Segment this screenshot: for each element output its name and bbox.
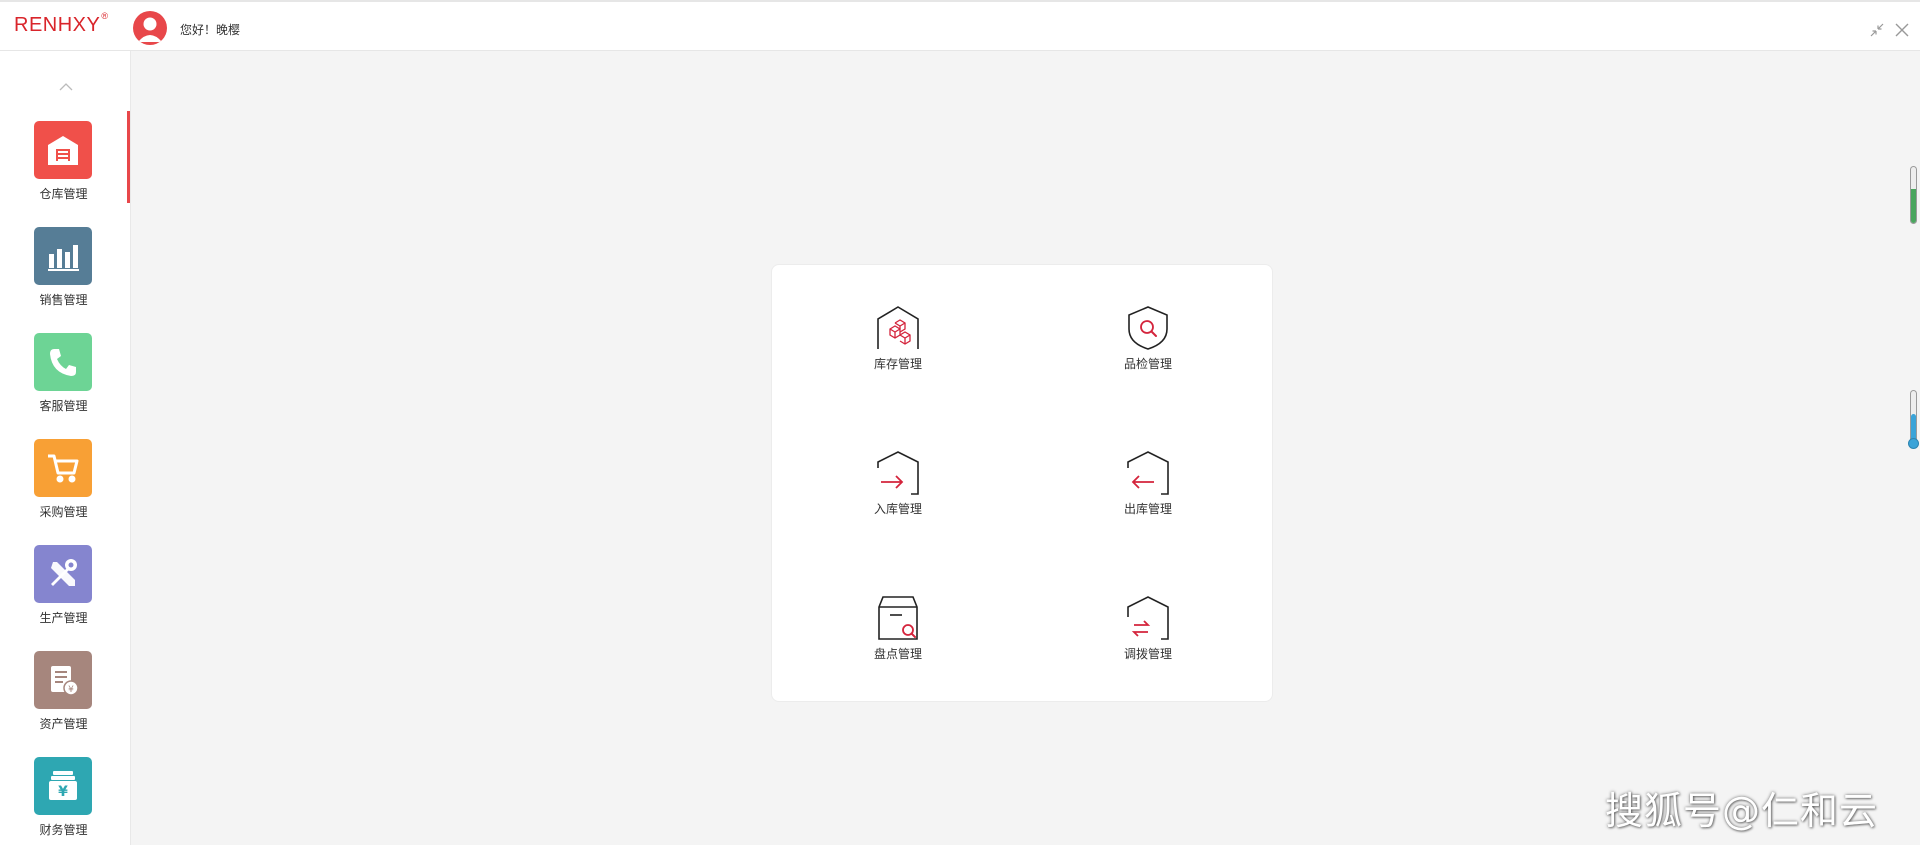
sidebar-item-assets[interactable]: ¥ 资产管理: [0, 651, 127, 751]
warehouse-icon: [34, 121, 92, 179]
svg-text:¥: ¥: [68, 685, 74, 695]
yuan-money-icon: ¥: [34, 757, 92, 815]
chevron-up-icon[interactable]: [56, 79, 76, 93]
asset-ledger-icon: ¥: [34, 651, 92, 709]
sidebar-item-customer-service[interactable]: 客服管理: [0, 333, 127, 433]
user-avatar-icon[interactable]: [133, 11, 167, 45]
warehouse-submodule-panel: 库存管理 品检管理 入库管理 出库管理 盘点管理 调拨管理: [771, 264, 1273, 702]
sidebar-item-label: 生产管理: [39, 611, 88, 625]
tools-icon: [34, 545, 92, 603]
cart-icon: [34, 439, 92, 497]
submodule-stock-out[interactable]: 出库管理: [1088, 450, 1208, 530]
submodule-stocktake[interactable]: 盘点管理: [838, 595, 958, 675]
submodule-label: 库存管理: [873, 357, 922, 371]
watermark-text: 搜狐号@仁和云: [1605, 789, 1879, 833]
submodule-transfer[interactable]: 调拨管理: [1088, 595, 1208, 675]
sidebar-item-label: 销售管理: [39, 293, 88, 307]
top-bar: RENHXY® 您好！晚樱: [0, 0, 1920, 51]
submodule-inventory[interactable]: 库存管理: [838, 305, 958, 385]
stock-in-icon: [877, 451, 919, 495]
vertical-slider[interactable]: [1908, 390, 1919, 449]
stocktake-icon: [878, 596, 918, 640]
submodule-stock-in[interactable]: 入库管理: [838, 450, 958, 530]
sidebar-item-warehouse[interactable]: 仓库管理: [0, 121, 127, 221]
sidebar-item-sales[interactable]: 销售管理: [0, 227, 127, 327]
vertical-scrollbar[interactable]: [1910, 166, 1917, 224]
sidebar-item-label: 资产管理: [39, 717, 88, 731]
phone-icon: [34, 333, 92, 391]
brand-logo: RENHXY®: [14, 11, 109, 36]
submodule-label: 盘点管理: [873, 647, 922, 661]
transfer-icon: [1127, 596, 1169, 640]
submodule-quality-check[interactable]: 品检管理: [1088, 305, 1208, 385]
submodule-label: 出库管理: [1123, 502, 1172, 516]
submodule-label: 入库管理: [873, 502, 922, 516]
svg-text:¥: ¥: [58, 784, 68, 800]
stock-out-icon: [1127, 451, 1169, 495]
sidebar-item-label: 财务管理: [39, 823, 88, 837]
active-indicator: [127, 111, 130, 203]
submodule-label: 调拨管理: [1123, 647, 1172, 661]
inventory-icon: [877, 306, 919, 349]
close-icon[interactable]: [1894, 22, 1910, 38]
greeting-text: 您好！晚樱: [180, 23, 241, 37]
sidebar-item-label: 采购管理: [39, 505, 88, 519]
quality-check-icon: [1128, 306, 1168, 350]
sidebar-item-label: 仓库管理: [39, 187, 88, 201]
sidebar-item-label: 客服管理: [39, 399, 88, 413]
sidebar-item-finance[interactable]: ¥ 财务管理: [0, 757, 127, 845]
bar-chart-icon: [34, 227, 92, 285]
sidebar-item-production[interactable]: 生产管理: [0, 545, 127, 645]
module-sidebar: 仓库管理 销售管理 客服管理 采购管理 生产管理 ¥ 资产管理 ¥ 财务管理: [0, 51, 131, 845]
shrink-icon[interactable]: [1869, 22, 1885, 38]
submodule-label: 品检管理: [1123, 357, 1172, 371]
sidebar-item-purchasing[interactable]: 采购管理: [0, 439, 127, 539]
